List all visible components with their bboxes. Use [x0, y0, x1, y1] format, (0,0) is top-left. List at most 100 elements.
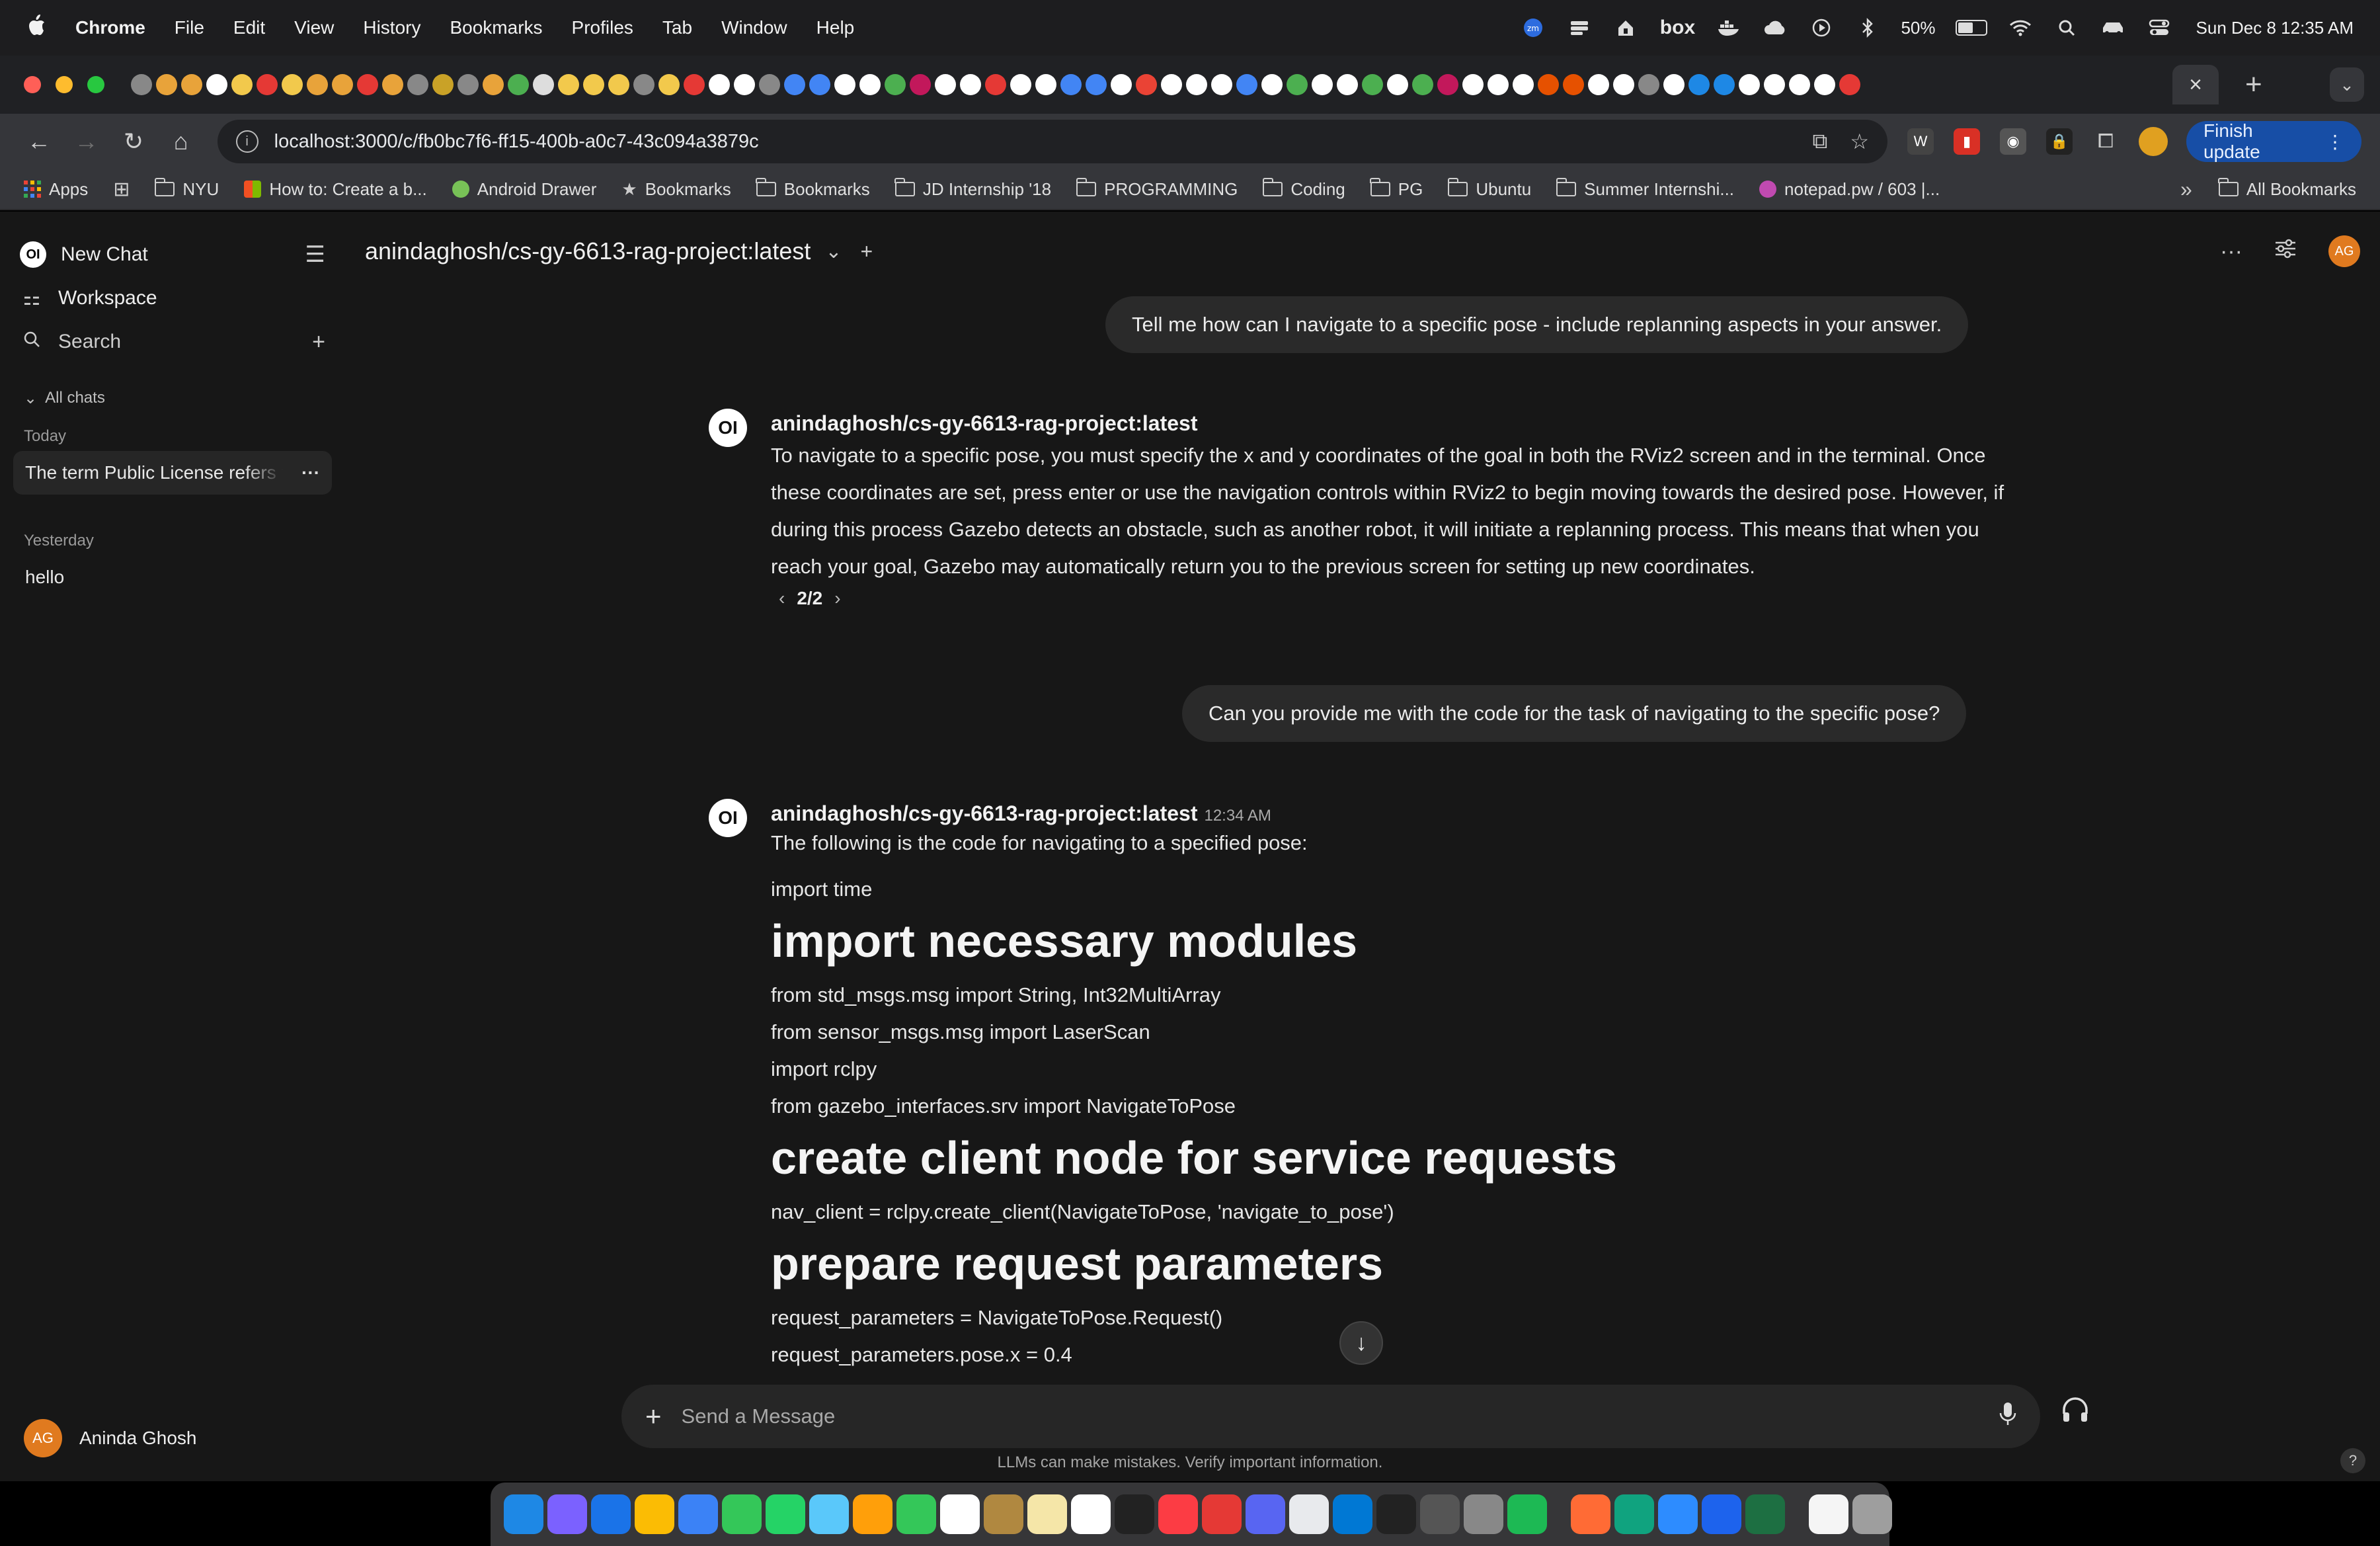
- tab-favicon-icon[interactable]: [935, 74, 956, 95]
- tab-favicon-icon[interactable]: [1688, 74, 1710, 95]
- tab-favicon-icon[interactable]: [1563, 74, 1584, 95]
- tab-favicon-icon[interactable]: [859, 74, 881, 95]
- tab-favicon-icon[interactable]: [1789, 74, 1810, 95]
- profile-avatar[interactable]: [2139, 127, 2168, 156]
- tab-favicon-icon[interactable]: [432, 74, 454, 95]
- more-options-icon[interactable]: ···: [2220, 239, 2242, 264]
- tab-favicon-icon[interactable]: [1035, 74, 1056, 95]
- tab-favicon-icon[interactable]: [658, 74, 680, 95]
- close-window-button[interactable]: [24, 76, 41, 93]
- dock-app-icon[interactable]: [1158, 1494, 1198, 1534]
- tab-favicon-icon[interactable]: [985, 74, 1006, 95]
- dock-app-icon[interactable]: [1702, 1494, 1741, 1534]
- tab-favicon-icon[interactable]: [231, 74, 253, 95]
- dock-app-icon[interactable]: [896, 1494, 936, 1534]
- search-chats[interactable]: Search +: [13, 320, 332, 364]
- zoom-icon[interactable]: zm: [1520, 17, 1546, 38]
- tab-favicon-icon[interactable]: [407, 74, 428, 95]
- add-model-plus-icon[interactable]: +: [861, 239, 873, 264]
- bookmark-programming[interactable]: PROGRAMMING: [1076, 178, 1238, 200]
- tab-favicon-icon[interactable]: [1086, 74, 1107, 95]
- bookmark-android-drawer[interactable]: Android Drawer: [452, 179, 596, 200]
- bookmark-nyu[interactable]: NYU: [154, 178, 219, 200]
- dock-app-icon[interactable]: [1115, 1494, 1154, 1534]
- battery-icon[interactable]: [1955, 20, 1987, 36]
- dock-app-icon[interactable]: [1507, 1494, 1547, 1534]
- reload-icon[interactable]: ↻: [113, 121, 154, 162]
- extension-shield-icon[interactable]: ▮: [1954, 128, 1981, 155]
- dock-app-icon[interactable]: [722, 1494, 762, 1534]
- dock-app-icon[interactable]: [635, 1494, 674, 1534]
- new-folder-plus-icon[interactable]: +: [312, 329, 325, 355]
- menu-history[interactable]: History: [363, 17, 420, 38]
- tab-favicon-icon[interactable]: [1437, 74, 1458, 95]
- tab-favicon-icon[interactable]: [156, 74, 177, 95]
- tab-favicon-icon[interactable]: [1111, 74, 1132, 95]
- tab-favicon-icon[interactable]: [1261, 74, 1283, 95]
- microphone-icon[interactable]: [1999, 1401, 2016, 1432]
- dock-app-icon[interactable]: [1614, 1494, 1654, 1534]
- tab-favicon-icon[interactable]: [382, 74, 403, 95]
- dock-app-icon[interactable]: [504, 1494, 543, 1534]
- tab-favicon-icon[interactable]: [1839, 74, 1860, 95]
- controls-sliders-icon[interactable]: [2274, 239, 2297, 264]
- chat-options-icon[interactable]: ···: [301, 462, 320, 483]
- model-selector[interactable]: anindaghosh/cs-gy-6613-rag-project:lates…: [365, 237, 811, 265]
- address-bar[interactable]: i localhost:3000/c/fb0bc7f6-ff15-400b-a0…: [217, 120, 1888, 163]
- control-center-icon[interactable]: [2146, 17, 2172, 38]
- tab-favicon-icon[interactable]: [206, 74, 227, 95]
- active-tab[interactable]: ×: [2172, 65, 2219, 104]
- bluetooth-icon[interactable]: [1854, 17, 1881, 38]
- stack-icon[interactable]: [1566, 17, 1593, 38]
- user-menu[interactable]: AG Aninda Ghosh: [24, 1419, 196, 1457]
- tab-favicon-icon[interactable]: [1462, 74, 1484, 95]
- lock-house-icon[interactable]: [1612, 17, 1639, 38]
- tab-favicon-icon[interactable]: [1387, 74, 1408, 95]
- dock-app-icon[interactable]: [1571, 1494, 1610, 1534]
- all-bookmarks[interactable]: All Bookmarks: [2218, 178, 2356, 200]
- dock-app-icon[interactable]: [1246, 1494, 1285, 1534]
- forward-arrow-icon[interactable]: →: [66, 121, 107, 162]
- tab-favicon-icon[interactable]: [181, 74, 202, 95]
- toggle-sidebar-icon[interactable]: ☰: [305, 241, 325, 268]
- tab-favicon-icon[interactable]: [834, 74, 855, 95]
- tab-favicon-icon[interactable]: [1764, 74, 1785, 95]
- tab-favicon-icon[interactable]: [1312, 74, 1333, 95]
- tab-favicon-icon[interactable]: [257, 74, 278, 95]
- wifi-icon[interactable]: [2007, 17, 2034, 38]
- message-input[interactable]: [681, 1404, 1999, 1428]
- play-icon[interactable]: [1808, 17, 1835, 38]
- attach-plus-icon[interactable]: +: [645, 1401, 662, 1432]
- bookmark-jd-internship[interactable]: JD Internship '18: [894, 178, 1051, 200]
- extension-discord-icon[interactable]: ◉: [2000, 128, 2027, 155]
- home-icon[interactable]: ⌂: [161, 121, 202, 162]
- chat-list-item[interactable]: hello: [13, 555, 332, 599]
- box-app-icon[interactable]: box: [1659, 17, 1696, 38]
- tab-favicon-icon[interactable]: [332, 74, 353, 95]
- help-button[interactable]: ?: [2340, 1448, 2365, 1473]
- menu-profiles[interactable]: Profiles: [572, 17, 633, 38]
- tab-favicon-icon[interactable]: [1638, 74, 1659, 95]
- tab-favicon-icon[interactable]: [282, 74, 303, 95]
- bookmark-star-icon[interactable]: ☆: [1850, 129, 1869, 154]
- dock-app-icon[interactable]: [678, 1494, 718, 1534]
- menu-bookmarks[interactable]: Bookmarks: [450, 17, 542, 38]
- tab-favicon-icon[interactable]: [533, 74, 554, 95]
- tab-favicon-icon[interactable]: [759, 74, 780, 95]
- dock-app-icon[interactable]: [1464, 1494, 1503, 1534]
- bookmark-pg[interactable]: PG: [1370, 178, 1423, 200]
- bookmark-star-bookmarks[interactable]: ★ Bookmarks: [621, 179, 731, 200]
- minimize-window-button[interactable]: [56, 76, 73, 93]
- dock-app-icon[interactable]: [1809, 1494, 1848, 1534]
- tab-favicon-icon[interactable]: [307, 74, 328, 95]
- tab-favicon-icon[interactable]: [1236, 74, 1257, 95]
- extension-lock-icon[interactable]: 🔒: [2046, 128, 2073, 155]
- dock-app-icon[interactable]: [984, 1494, 1023, 1534]
- spotlight-icon[interactable]: [2053, 17, 2080, 38]
- tab-favicon-icon[interactable]: [357, 74, 378, 95]
- bookmark-apps[interactable]: Apps: [24, 179, 88, 200]
- finish-update-button[interactable]: Finish update ⋮: [2186, 120, 2361, 162]
- tab-favicon-icon[interactable]: [709, 74, 730, 95]
- tab-favicon-icon[interactable]: [1814, 74, 1835, 95]
- tab-favicon-icon[interactable]: [1211, 74, 1232, 95]
